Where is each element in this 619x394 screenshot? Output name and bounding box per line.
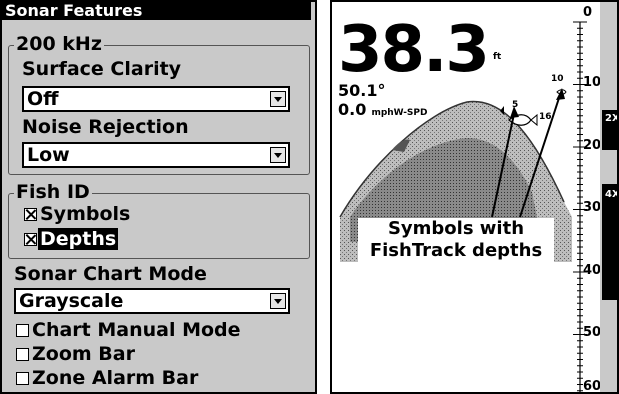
symbols-checkbox[interactable]	[24, 208, 37, 221]
chevron-down-icon[interactable]	[270, 147, 286, 163]
zoom-2x-label: 2X	[605, 113, 619, 124]
chart-manual-mode-checkbox[interactable]	[16, 324, 29, 337]
sonar-chart-mode-value: Grayscale	[19, 290, 124, 312]
depths-label: Depths	[38, 228, 119, 250]
fish-depth-label: 10	[551, 74, 564, 84]
fish-depth-label: 16	[539, 112, 552, 122]
sonar-display: 38.3 ft 50.1° 0.0 mphW-SPD 5 10 16 0 10 …	[330, 0, 619, 394]
fish-depth-label: 5	[512, 100, 519, 110]
sonar-chart-mode-label: Sonar Chart Mode	[14, 263, 207, 285]
chevron-down-icon[interactable]	[270, 293, 286, 309]
sonar-chart-mode-dropdown[interactable]: Grayscale	[14, 288, 290, 314]
depth-scale-label: 60	[583, 379, 602, 394]
speed-value: 0.0	[338, 100, 367, 119]
depths-checkbox[interactable]	[24, 233, 37, 246]
zoom-bar-label: Zoom Bar	[32, 343, 135, 365]
depth-scale-label: 50	[583, 325, 602, 340]
depth-value: 38.3	[338, 13, 490, 87]
chart-manual-mode-label: Chart Manual Mode	[32, 319, 241, 341]
zoom-4x-label: 4X	[605, 189, 619, 200]
water-temperature: 50.1°	[338, 81, 386, 100]
depth-scale-label: 40	[583, 263, 602, 278]
noise-rejection-label: Noise Rejection	[22, 116, 189, 138]
chevron-down-icon[interactable]	[270, 91, 286, 107]
surface-clarity-value: Off	[27, 88, 59, 110]
freq-group-legend: 200 kHz	[14, 33, 104, 55]
zone-alarm-bar-checkbox[interactable]	[16, 372, 29, 385]
fish-id-legend: Fish ID	[14, 181, 92, 203]
zoom-4x-marker	[602, 184, 617, 300]
callout-line: FishTrack depths	[369, 240, 543, 261]
surface-clarity-dropdown[interactable]: Off	[22, 86, 290, 112]
depth-unit: ft	[493, 52, 502, 62]
zone-alarm-bar-label: Zone Alarm Bar	[32, 367, 199, 389]
speed-label: W-SPD	[393, 108, 428, 118]
noise-rejection-dropdown[interactable]: Low	[22, 142, 290, 168]
speed-unit: mph	[371, 108, 394, 118]
depth-scale-label: 20	[583, 138, 602, 153]
zoom-bar-checkbox[interactable]	[16, 348, 29, 361]
callout-text: Symbols with FishTrack depths	[358, 218, 554, 262]
callout-line: Symbols with	[387, 218, 525, 239]
depth-scale-label: 0	[583, 5, 593, 20]
depth-scale-label: 30	[583, 200, 602, 215]
surface-clarity-label: Surface Clarity	[22, 58, 182, 80]
depth-scale-label: 10	[583, 75, 602, 90]
symbols-label: Symbols	[40, 203, 131, 225]
speed-readout: 0.0 mphW-SPD	[338, 100, 427, 119]
menu-title: Sonar Features	[2, 2, 311, 20]
noise-rejection-value: Low	[27, 144, 70, 166]
digital-depth: 38.3 ft	[338, 18, 502, 82]
